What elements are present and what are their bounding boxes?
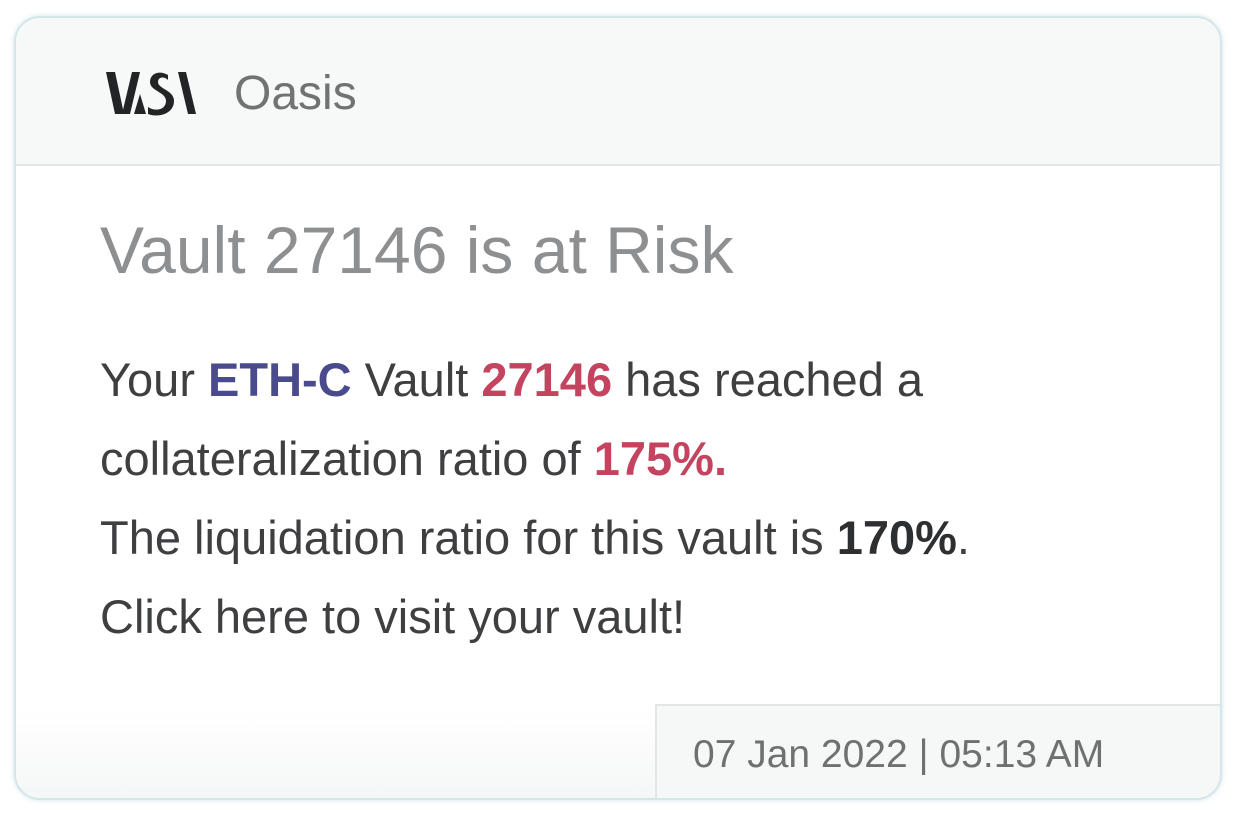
message-line-1: Your ETH-C Vault 27146 has reached a	[100, 340, 1180, 419]
liquidation-ratio: 170%	[836, 511, 957, 564]
notification-message[interactable]: Your ETH-C Vault 27146 has reached a col…	[100, 340, 1180, 656]
notification-header: Oasis	[16, 18, 1220, 166]
line1-prefix: Your	[100, 353, 209, 406]
line1-mid: Vault	[351, 353, 482, 406]
message-line-3: The liquidation ratio for this vault is …	[100, 498, 1180, 577]
app-name: Oasis	[234, 67, 357, 120]
timestamp-container: 07 Jan 2022 | 05:13 AM	[655, 704, 1220, 798]
line3-prefix: The liquidation ratio for this vault is	[100, 511, 837, 564]
notification-timestamp: 07 Jan 2022 | 05:13 AM	[693, 733, 1105, 776]
line2-suffix: .	[713, 432, 728, 485]
app-logo-icon	[102, 68, 198, 118]
notification-title: Vault 27146 is at Risk	[100, 213, 734, 287]
collateralization-ratio: 175%	[593, 432, 714, 485]
line3-suffix: .	[956, 511, 970, 564]
vault-id: 27146	[481, 353, 613, 406]
line2-prefix: collateralization ratio of	[100, 432, 594, 485]
notification-card[interactable]: Oasis Vault 27146 is at Risk Your ETH-C …	[14, 16, 1222, 800]
vault-asset-type: ETH-C	[208, 353, 352, 406]
line1-suffix: has reached a	[612, 353, 924, 406]
message-line-2: collateralization ratio of 175%.	[100, 419, 1180, 498]
visit-vault-link[interactable]: Click here to visit your vault!	[100, 577, 1180, 656]
